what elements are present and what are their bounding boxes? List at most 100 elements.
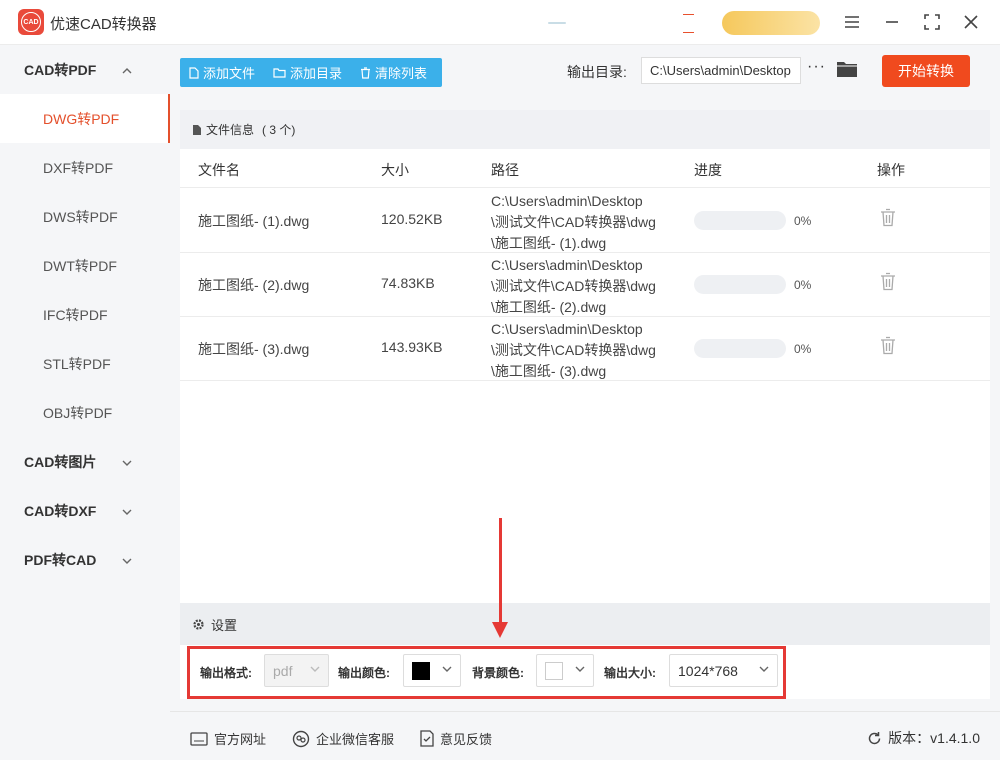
settings-title: 设置 xyxy=(211,617,238,633)
clear-list-button[interactable]: 清除列表 xyxy=(351,63,436,82)
version-label: 版本：v1.4.1.0 xyxy=(888,730,980,746)
chevron-up-icon xyxy=(122,63,132,77)
sidebar-group-label: PDF转CAD xyxy=(24,551,97,568)
file-name: 施工图纸- (1).dwg xyxy=(198,213,310,229)
column-header-action: 操作 xyxy=(877,162,905,178)
file-path-line: C:\Users\admin\Desktop xyxy=(491,321,643,337)
file-size: 143.93KB xyxy=(381,339,443,355)
title-bar: CAD 优速CAD转换器 xyxy=(0,0,1000,45)
delete-icon[interactable] xyxy=(880,208,896,230)
progress-bar xyxy=(694,211,786,230)
wechat-label: 企业微信客服 xyxy=(316,732,395,747)
feedback-icon xyxy=(420,730,434,747)
chevron-down-icon xyxy=(122,504,132,518)
sidebar-group-label: CAD转图片 xyxy=(24,453,97,470)
website-icon xyxy=(190,731,208,746)
settings-header: 设置 xyxy=(180,603,990,645)
sidebar-item-stl-pdf[interactable]: STL转PDF xyxy=(0,339,170,388)
file-path-line: \测试文件\CAD转换器\dwg xyxy=(491,214,656,230)
table-row: 施工图纸- (2).dwg 74.83KB C:\Users\admin\Des… xyxy=(180,253,990,317)
folder-icon xyxy=(273,68,286,78)
wechat-support-link[interactable]: 企业微信客服 xyxy=(292,729,394,748)
website-link[interactable]: 官方网址 xyxy=(190,729,266,748)
delete-icon[interactable] xyxy=(880,336,896,358)
sidebar-item-obj-pdf[interactable]: OBJ转PDF xyxy=(0,388,170,437)
gear-icon xyxy=(193,618,204,630)
column-header-progress: 进度 xyxy=(694,162,722,178)
output-dir-field[interactable]: C:\Users\admin\Desktop xyxy=(641,57,801,84)
file-path-line: \测试文件\CAD转换器\dwg xyxy=(491,342,656,358)
more-options-button[interactable]: ··· xyxy=(807,58,826,76)
sidebar-group-pdf-cad[interactable]: PDF转CAD xyxy=(0,535,170,584)
column-header-path: 路径 xyxy=(491,162,519,178)
add-file-button[interactable]: 添加文件 xyxy=(180,63,264,82)
file-info-title: 文件信息 xyxy=(206,123,255,137)
file-list-panel: 文件信息 ( 3 个) 文件名 大小 路径 进度 操作 施工图纸- (1).dw… xyxy=(180,110,990,605)
sidebar-item-ifc-pdf[interactable]: IFC转PDF xyxy=(0,290,170,339)
file-toolbar: 添加文件 添加目录 清除列表 xyxy=(180,58,442,87)
trash-icon xyxy=(361,66,371,79)
file-count: ( 3 个) xyxy=(262,123,296,137)
column-header-size: 大小 xyxy=(381,162,409,178)
delete-icon[interactable] xyxy=(880,272,896,294)
website-label: 官方网址 xyxy=(214,732,267,747)
titlebar-decoration xyxy=(548,22,566,24)
sidebar-group-label: CAD转PDF xyxy=(24,61,97,78)
file-path-line: \施工图纸- (2).dwg xyxy=(491,299,607,315)
sidebar-group-cad-image[interactable]: CAD转图片 xyxy=(0,437,170,486)
promo-badge[interactable] xyxy=(722,11,820,35)
chat-icon xyxy=(292,730,310,747)
document-icon xyxy=(193,124,201,135)
column-header-name: 文件名 xyxy=(198,162,240,178)
start-convert-button[interactable]: 开始转换 xyxy=(882,55,970,87)
app-title: 优速CAD转换器 xyxy=(50,16,157,33)
progress-percent: 0% xyxy=(794,342,812,356)
open-folder-icon[interactable] xyxy=(837,61,857,80)
file-path: C:\Users\admin\Desktop \测试文件\CAD转换器\dwg … xyxy=(491,319,656,382)
file-size: 120.52KB xyxy=(381,211,443,227)
titlebar-decoration xyxy=(683,14,694,33)
progress-bar xyxy=(694,339,786,358)
highlight-box xyxy=(187,646,786,699)
clear-list-label: 清除列表 xyxy=(375,66,428,81)
app-logo: CAD xyxy=(18,9,44,35)
sidebar-item-dwg-pdf[interactable]: DWG转PDF xyxy=(0,94,170,143)
feedback-link[interactable]: 意见反馈 xyxy=(420,729,492,748)
add-folder-button[interactable]: 添加目录 xyxy=(264,63,351,82)
add-folder-label: 添加目录 xyxy=(290,66,343,81)
sidebar-item-dwt-pdf[interactable]: DWT转PDF xyxy=(0,241,170,290)
menu-icon[interactable] xyxy=(840,10,864,34)
sidebar-group-cad-pdf[interactable]: CAD转PDF xyxy=(0,45,170,94)
file-icon xyxy=(189,66,199,79)
chevron-down-icon xyxy=(122,553,132,567)
refresh-icon[interactable] xyxy=(867,731,882,746)
file-path: C:\Users\admin\Desktop \测试文件\CAD转换器\dwg … xyxy=(491,191,656,254)
sidebar-group-label: CAD转DXF xyxy=(24,502,97,519)
file-size: 74.83KB xyxy=(381,275,435,291)
file-name: 施工图纸- (3).dwg xyxy=(198,341,310,357)
sidebar-item-dws-pdf[interactable]: DWS转PDF xyxy=(0,192,170,241)
table-row: 施工图纸- (3).dwg 143.93KB C:\Users\admin\De… xyxy=(180,317,990,381)
feedback-label: 意见反馈 xyxy=(440,732,493,747)
file-path-line: C:\Users\admin\Desktop xyxy=(491,193,643,209)
sidebar-group-cad-dxf[interactable]: CAD转DXF xyxy=(0,486,170,535)
chevron-down-icon xyxy=(122,455,132,469)
table-header: 文件名 大小 路径 进度 操作 xyxy=(180,149,990,188)
file-path-line: \测试文件\CAD转换器\dwg xyxy=(491,278,656,294)
table-row: 施工图纸- (1).dwg 120.52KB C:\Users\admin\De… xyxy=(180,189,990,253)
annotation-arrow-head xyxy=(492,622,508,638)
file-name: 施工图纸- (2).dwg xyxy=(198,277,310,293)
close-icon[interactable] xyxy=(959,10,983,34)
maximize-icon[interactable] xyxy=(920,10,944,34)
progress-percent: 0% xyxy=(794,278,812,292)
file-path-line: \施工图纸- (3).dwg xyxy=(491,363,607,379)
sidebar-item-dxf-pdf[interactable]: DXF转PDF xyxy=(0,143,170,192)
minimize-icon[interactable] xyxy=(880,10,904,34)
annotation-arrow xyxy=(499,518,502,626)
file-info-header: 文件信息 ( 3 个) xyxy=(180,110,990,149)
file-path: C:\Users\admin\Desktop \测试文件\CAD转换器\dwg … xyxy=(491,255,656,318)
output-dir-label: 输出目录: xyxy=(567,64,627,80)
version-info: 版本：v1.4.1.0 xyxy=(867,728,980,748)
footer: 官方网址 企业微信客服 意见反馈 版本：v1.4.1.0 xyxy=(170,711,1000,760)
sidebar: CAD转PDF DWG转PDF DXF转PDF DWS转PDF DWT转PDF … xyxy=(0,45,170,760)
